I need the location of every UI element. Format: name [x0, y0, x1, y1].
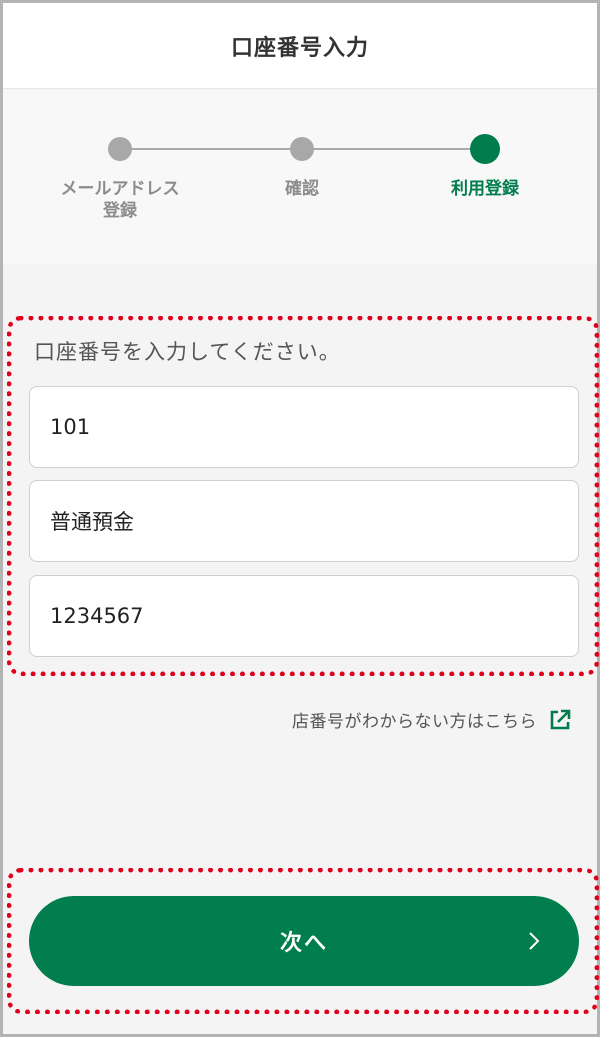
step-dot-register: [470, 134, 500, 164]
next-button-highlight: 次へ: [7, 868, 599, 1014]
next-button[interactable]: 次へ: [29, 896, 579, 986]
app-frame: 口座番号入力 メールアドレス 登録 確認 利用登録 口座番号を入力してください。…: [0, 0, 600, 1037]
next-button-label: 次へ: [279, 931, 328, 956]
help-link-label: 店番号がわからない方はこちら: [292, 712, 537, 732]
step-dot-email: [108, 137, 132, 161]
step-label-line: 登録: [103, 201, 137, 221]
account-number-field[interactable]: 1234567: [29, 575, 579, 657]
chevron-right-icon: [527, 929, 541, 953]
step-dot-confirm: [290, 137, 314, 161]
form-prompt: 口座番号を入力してください。: [34, 340, 341, 364]
step-label-email: メールアドレス 登録: [20, 178, 220, 222]
step-connector: [120, 148, 302, 150]
progress-stepper: メールアドレス 登録 確認 利用登録: [3, 90, 597, 264]
step-label-register: 利用登録: [451, 179, 519, 199]
step-label-confirm: 確認: [285, 179, 319, 199]
external-link-icon: [549, 709, 571, 731]
step-connector: [302, 148, 485, 150]
account-form-highlight: 口座番号を入力してください。 101 普通預金 1234567: [7, 316, 599, 676]
step-label-line: メールアドレス: [60, 179, 180, 199]
page-title: 口座番号入力: [230, 35, 369, 61]
branch-number-field[interactable]: 101: [29, 386, 579, 468]
header: 口座番号入力: [3, 3, 597, 89]
branch-number-help-link[interactable]: 店番号がわからない方はこちら: [292, 707, 571, 732]
account-type-field[interactable]: 普通預金: [29, 480, 579, 562]
